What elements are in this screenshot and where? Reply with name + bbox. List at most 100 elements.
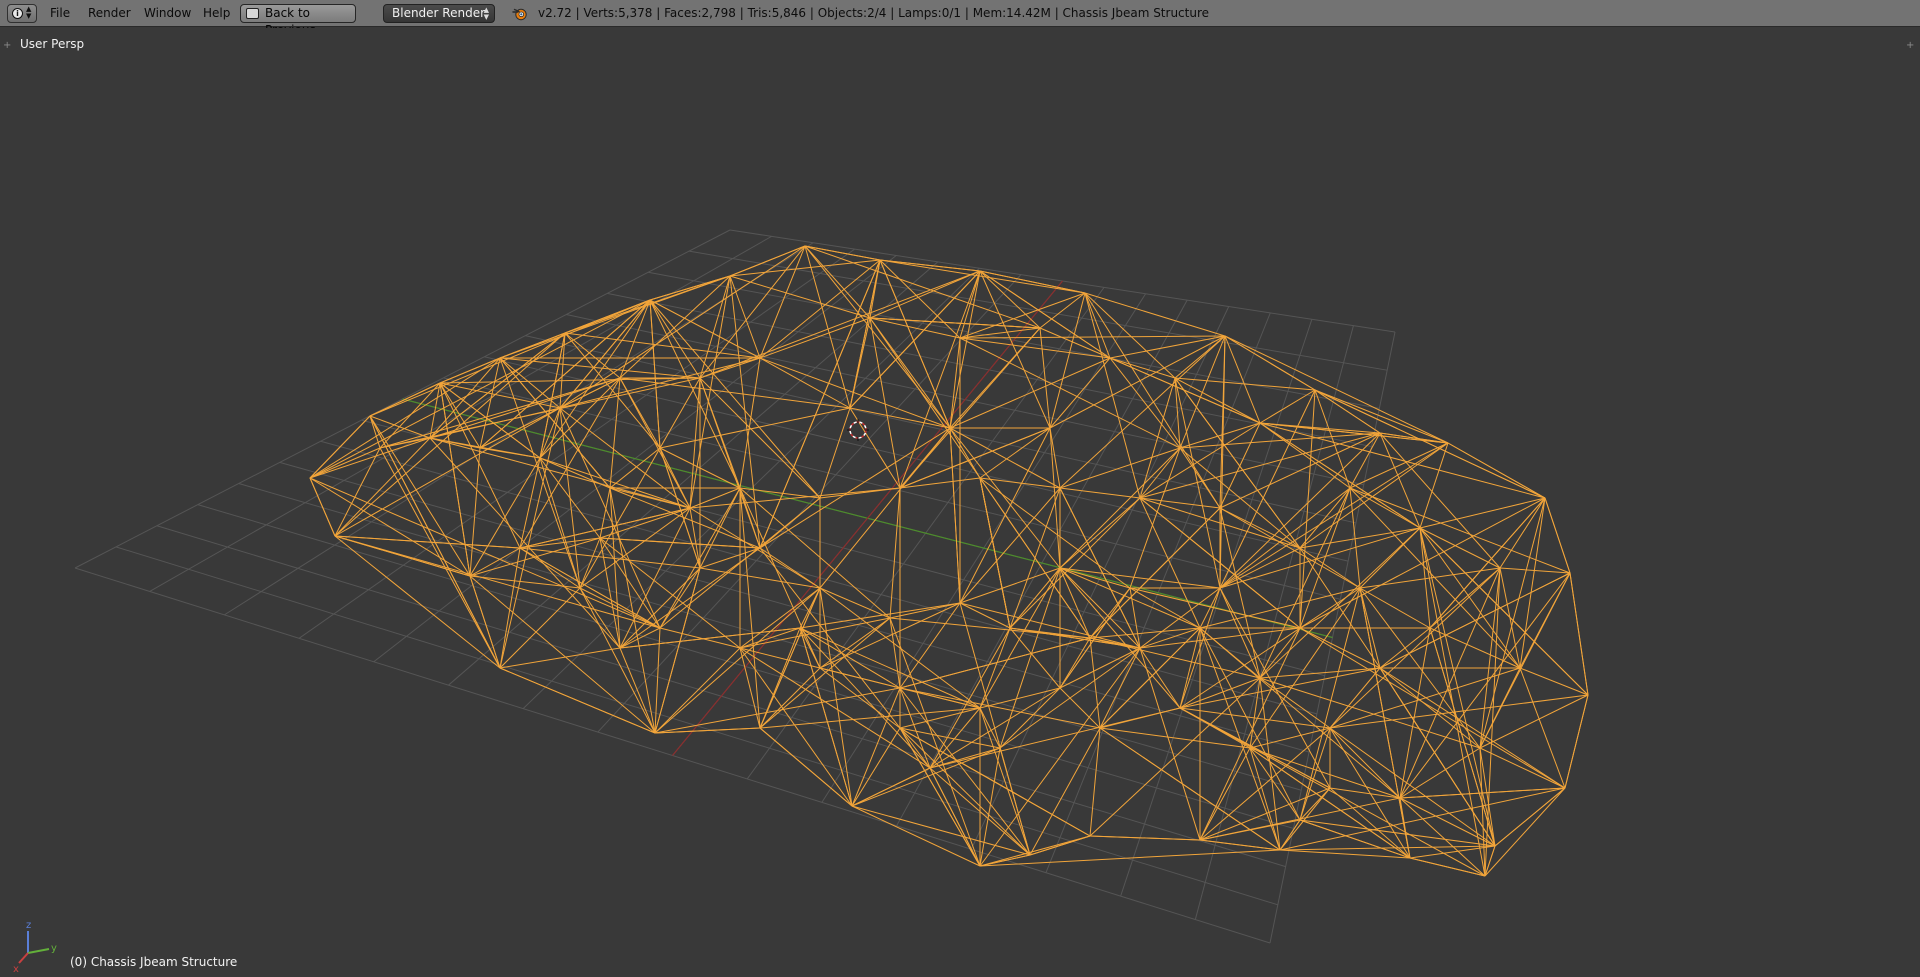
wire-edge (979, 270, 1041, 329)
wire-edge (334, 407, 561, 537)
wire-edge (1139, 497, 1201, 629)
wire-edge (564, 332, 761, 359)
wire-edge (1129, 447, 1181, 589)
wire-edge (739, 357, 761, 489)
3d-viewport[interactable]: z y x User Persp (0) Chassis Jbeam Struc… (0, 28, 1920, 977)
wire-edge (1349, 487, 1421, 529)
view-perspective-label: User Persp (20, 37, 85, 51)
wire-edge (1139, 447, 1181, 499)
wire-edge (439, 357, 501, 384)
wire-edge (759, 317, 871, 359)
wire-edge (949, 427, 1061, 569)
wire-edge (1544, 497, 1571, 574)
wire-edge (1299, 819, 1496, 847)
wire-edge (1329, 727, 1496, 847)
wire-edge (979, 849, 1281, 867)
viewport-scene[interactable]: z y x (0, 28, 1920, 977)
blender-logo-icon (512, 8, 527, 21)
wire-edge (309, 437, 431, 479)
info-header: i ▲▼ File Render Window Help Back to Pre… (0, 0, 1920, 37)
wire-edge (899, 687, 1031, 856)
wire-edge (1299, 627, 1566, 789)
screen-back-icon (246, 8, 259, 19)
wire-edge (899, 727, 1091, 837)
wire-edge (334, 332, 566, 537)
back-to-previous-button[interactable]: Back to Previous (240, 4, 356, 37)
wire-edge (759, 727, 853, 807)
wire-edge (654, 587, 821, 734)
wire-edge (1299, 547, 1361, 589)
axis-gizmo: z y x (13, 920, 57, 975)
wire-edge (869, 270, 981, 319)
wire-edge (659, 407, 851, 449)
menu-window[interactable]: Window (144, 0, 191, 27)
wire-edge (879, 259, 951, 429)
wire-edge (309, 415, 371, 479)
wire-edge (1409, 857, 1486, 877)
wire-edge (1174, 377, 1221, 589)
wire-edge (739, 587, 821, 649)
wire-edge (1399, 567, 1501, 799)
wire-edge (899, 602, 961, 689)
wire-edge (1519, 667, 1589, 696)
render-engine-value: Blender Render (392, 6, 486, 20)
scene-statistics: v2.72 | Verts:5,378 | Faces:2,798 | Tris… (538, 6, 1210, 20)
wire-edge (1049, 335, 1226, 429)
wire-edge (309, 357, 501, 479)
wire-edge (1419, 527, 1521, 669)
wire-edge (1199, 627, 1301, 841)
wire-edge (739, 487, 821, 669)
wire-edge (579, 587, 621, 649)
chassis-jbeam-wireframe[interactable] (309, 245, 1589, 877)
render-engine-select[interactable]: Blender Render ▲ ▼ (383, 4, 495, 23)
wire-edge (819, 407, 851, 499)
wire-edge (899, 727, 931, 769)
wire-edge (1219, 442, 1449, 589)
wire-edge (1059, 487, 1141, 499)
wire-edge (1519, 497, 1546, 669)
wire-edge (1564, 694, 1589, 789)
wire-edge (979, 687, 1061, 709)
editor-type-button[interactable]: i ▲ ▼ (7, 4, 37, 23)
wire-edge (1219, 587, 1261, 679)
axis-z-label: z (26, 920, 31, 931)
wire-edge (1329, 727, 1401, 799)
wire-edge (1109, 357, 1181, 449)
wire-edge (1199, 787, 1331, 841)
wire-edge (654, 567, 701, 734)
wire-edge (689, 507, 701, 569)
wire-edge (1199, 747, 1251, 841)
wire-edge (949, 357, 1111, 429)
wire-edge (1219, 507, 1301, 549)
active-object-label: (0) Chassis Jbeam Structure (70, 955, 238, 969)
properties-toggle-icon[interactable]: + (1906, 40, 1914, 51)
wire-edge (819, 587, 891, 619)
wire-edge (1129, 587, 1301, 629)
wire-edge (899, 687, 931, 769)
menu-help[interactable]: Help (203, 0, 230, 27)
wire-edge (1139, 497, 1221, 509)
axis-x-label: x (13, 964, 19, 975)
menu-file[interactable]: File (50, 0, 70, 27)
wire-edge (654, 647, 741, 734)
wire-edge (309, 447, 381, 479)
wire-edge (949, 270, 981, 429)
wire-edge (1399, 797, 1496, 847)
menu-render[interactable]: Render (88, 0, 131, 27)
wire-edge (469, 447, 481, 577)
wire-edge (1329, 667, 1521, 729)
wire-edge (1219, 335, 1226, 589)
wire-edge (979, 627, 1011, 709)
wire-edge (689, 487, 901, 509)
wire-edge (649, 299, 701, 379)
wire-edge (519, 547, 661, 629)
3d-cursor-icon[interactable] (847, 419, 869, 441)
wire-edge (879, 259, 981, 272)
floor-grid (74, 229, 1396, 944)
wire-edge (1139, 647, 1181, 709)
wire-edge (1484, 787, 1566, 877)
toolshelf-toggle-icon[interactable]: + (3, 40, 11, 51)
wire-edge (1089, 835, 1201, 841)
wire-edge (1399, 627, 1431, 799)
wire-edge (1299, 547, 1381, 669)
